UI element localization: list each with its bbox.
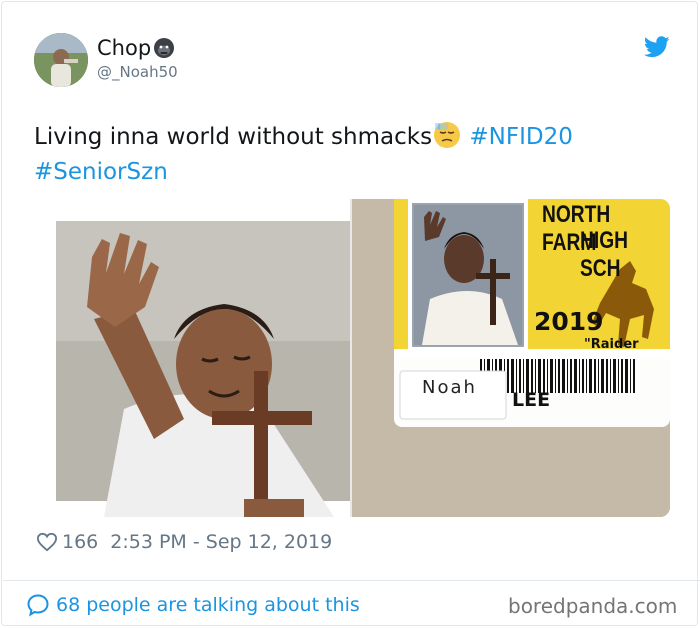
display-name[interactable]: Chop xyxy=(97,36,175,60)
tweet-media[interactable]: NORTH FARM HIGH SCH 2019 "Raider Noah LE… xyxy=(34,199,670,517)
boredpanda-watermark: boredpanda.com xyxy=(508,594,678,618)
meme-photo-left[interactable] xyxy=(34,199,350,517)
divider xyxy=(3,580,700,581)
tweet-timestamp[interactable]: 2:53 PM - Sep 12, 2019 xyxy=(110,531,332,553)
tweet-card: Chop @_Noah50 Living inna world without … xyxy=(1,1,700,626)
tweet-body: Living inna world without shmacks xyxy=(34,124,433,150)
downcast-face-with-sweat-icon xyxy=(434,122,461,148)
tweet-text: Living inna world without shmacks #NFID2… xyxy=(34,120,674,190)
talking-count[interactable]: 68 people are talking about this xyxy=(56,594,360,616)
hashtag-seniorszn[interactable]: #SeniorSzn xyxy=(34,159,168,185)
display-name-text: Chop xyxy=(97,36,152,60)
speech-bubble-icon xyxy=(27,594,49,617)
id-first-name: Noah xyxy=(422,377,477,398)
user-handle[interactable]: @_Noah50 xyxy=(97,63,178,81)
id-school-line2: HIGH SCH xyxy=(580,227,628,282)
id-card-photo-right[interactable]: NORTH FARM HIGH SCH 2019 "Raider Noah LE… xyxy=(352,199,670,517)
hashtag-nfid20[interactable]: #NFID20 xyxy=(469,124,572,150)
id-year: 2019 xyxy=(534,307,604,336)
tweet-meta: 166 2:53 PM - Sep 12, 2019 xyxy=(36,531,332,553)
id-last-name: LEE xyxy=(512,389,551,411)
id-mascot: "Raider xyxy=(584,337,639,352)
avatar[interactable] xyxy=(34,33,88,87)
gorilla-icon xyxy=(154,38,175,58)
twitter-bird-icon[interactable] xyxy=(644,36,670,58)
like-count[interactable]: 166 xyxy=(62,531,98,553)
conversation-link[interactable]: 68 people are talking about this xyxy=(26,593,360,617)
heart-icon[interactable] xyxy=(36,532,58,552)
